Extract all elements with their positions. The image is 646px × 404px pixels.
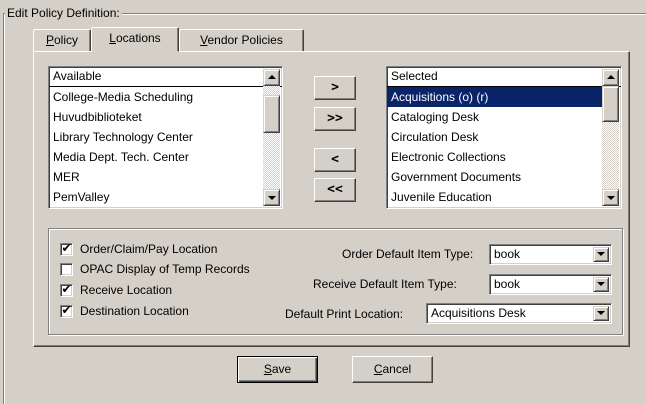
chevron-down-icon xyxy=(597,311,605,315)
available-list[interactable]: Available College-Media Scheduling Huvud… xyxy=(48,66,283,209)
scroll-down-button[interactable] xyxy=(602,189,619,206)
order-claim-pay-label: Order/Claim/Pay Location xyxy=(80,242,218,256)
receive-default-item-type-label: Receive Default Item Type: xyxy=(313,277,457,291)
save-mnemonic: S xyxy=(263,362,272,376)
check-mark-icon: ✔ xyxy=(61,303,72,317)
list-item[interactable]: Electronic Collections xyxy=(387,147,621,167)
destination-location-label: Destination Location xyxy=(80,304,189,318)
selected-list[interactable]: Selected Acquisitions (o) (r) Cataloging… xyxy=(386,66,622,209)
scroll-down-button[interactable] xyxy=(263,189,280,206)
tab-locations-mnemonic: L xyxy=(109,31,116,45)
dropdown-button[interactable] xyxy=(593,306,609,321)
destination-location-checkbox[interactable]: ✔ xyxy=(60,303,73,318)
scroll-up-button[interactable] xyxy=(602,69,619,86)
scroll-thumb[interactable] xyxy=(602,86,619,122)
default-print-location-select[interactable]: Acquisitions Desk xyxy=(426,303,612,324)
order-default-item-type-value: book xyxy=(494,247,521,261)
list-item[interactable]: PemValley xyxy=(49,187,282,207)
scroll-thumb[interactable] xyxy=(263,95,280,133)
save-label: ave xyxy=(271,362,292,376)
tab-policy-label: olicy xyxy=(54,33,79,47)
selected-scrollbar[interactable] xyxy=(602,69,619,206)
save-button[interactable]: Save xyxy=(237,356,318,383)
default-print-location-label: Default Print Location: xyxy=(285,307,404,321)
receive-default-item-type-select[interactable]: book xyxy=(489,274,612,295)
list-item[interactable]: Huvudbiblioteket xyxy=(49,107,282,127)
check-mark-icon: ✔ xyxy=(61,282,72,296)
add-all-button[interactable]: >> xyxy=(314,107,356,131)
order-claim-pay-checkbox[interactable]: ✔ xyxy=(60,241,73,256)
list-item[interactable]: Media Dept. Tech. Center xyxy=(49,147,282,167)
selected-list-header: Selected xyxy=(387,67,621,87)
list-item[interactable]: Juvenile Education xyxy=(387,187,621,207)
tab-vendor-policies-label: endor Policies xyxy=(207,33,283,47)
arrow-up-icon xyxy=(268,75,276,79)
list-item[interactable]: College-Media Scheduling xyxy=(49,87,282,107)
arrow-up-icon xyxy=(607,75,615,79)
receive-location-checkbox[interactable]: ✔ xyxy=(60,282,73,297)
available-list-header: Available xyxy=(49,67,282,87)
available-scrollbar[interactable] xyxy=(263,69,280,206)
list-item[interactable]: Cataloging Desk xyxy=(387,107,621,127)
scroll-up-button[interactable] xyxy=(263,69,280,86)
chevron-down-icon xyxy=(597,282,605,286)
opac-display-label: OPAC Display of Temp Records xyxy=(80,262,250,276)
list-item-selected[interactable]: Acquisitions (o) (r) xyxy=(387,87,602,107)
tab-vendor-policies[interactable]: Vendor Policies xyxy=(179,29,304,51)
order-default-item-type-select[interactable]: book xyxy=(489,244,612,265)
receive-location-label: Receive Location xyxy=(80,283,173,297)
group-title: Edit Policy Definition: xyxy=(5,6,122,20)
tab-policy-mnemonic: P xyxy=(45,33,54,47)
opac-display-checkbox[interactable] xyxy=(60,263,73,276)
receive-default-item-type-value: book xyxy=(494,277,521,291)
arrow-down-icon xyxy=(268,196,276,200)
default-print-location-value: Acquisitions Desk xyxy=(431,306,526,320)
cancel-button[interactable]: Cancel xyxy=(352,356,433,383)
arrow-down-icon xyxy=(607,196,615,200)
remove-all-button[interactable]: << xyxy=(314,178,356,202)
tab-policy[interactable]: Policy xyxy=(33,29,91,51)
add-button[interactable]: > xyxy=(314,76,356,100)
order-default-item-type-label: Order Default Item Type: xyxy=(342,247,474,261)
tab-locations[interactable]: Locations xyxy=(91,27,179,52)
dropdown-button[interactable] xyxy=(593,277,609,292)
tab-locations-label: ocations xyxy=(115,31,161,45)
list-item[interactable]: MER xyxy=(49,167,282,187)
check-mark-icon: ✔ xyxy=(61,241,72,255)
remove-button[interactable]: < xyxy=(314,148,356,172)
list-item[interactable]: Library Technology Center xyxy=(49,127,282,147)
list-item[interactable]: Government Documents xyxy=(387,167,621,187)
chevron-down-icon xyxy=(597,252,605,256)
list-item[interactable]: Circulation Desk xyxy=(387,127,621,147)
cancel-label: ancel xyxy=(382,362,412,376)
dropdown-button[interactable] xyxy=(593,247,609,262)
